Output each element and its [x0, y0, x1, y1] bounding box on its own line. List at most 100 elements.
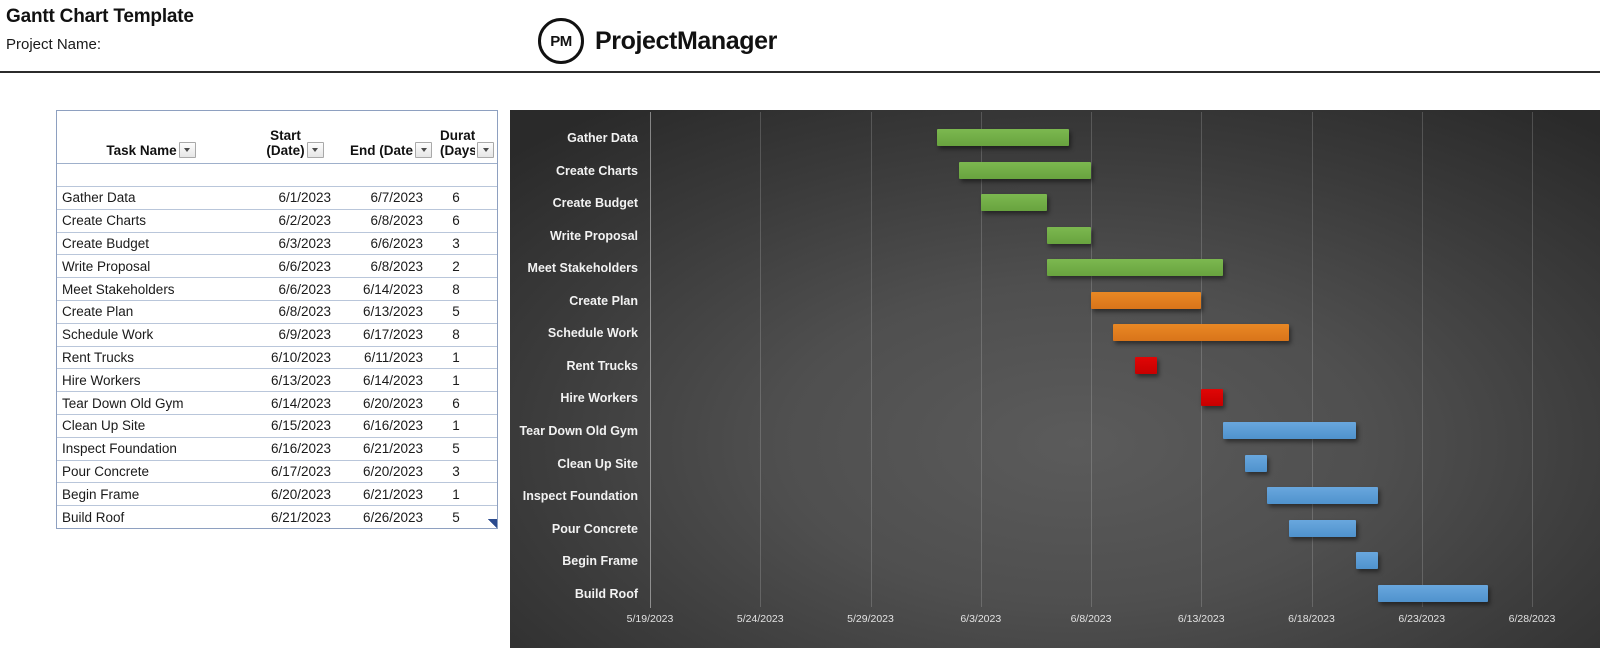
gantt-bar[interactable]: [1289, 520, 1355, 537]
table-row[interactable]: Meet Stakeholders6/6/20236/14/20238: [57, 278, 497, 301]
gantt-bar[interactable]: [1245, 455, 1267, 472]
table-cell-start: 6/2/2023: [245, 209, 345, 232]
x-axis-tick-label: 6/3/2023: [960, 613, 1001, 625]
table-cell-name: Create Charts: [57, 209, 245, 232]
gantt-bar[interactable]: [1047, 227, 1091, 244]
column-header-start-date[interactable]: Start (Date): [245, 111, 345, 164]
table-row[interactable]: Clean Up Site6/15/20236/16/20231: [57, 414, 497, 437]
x-axis-tick-label: 6/18/2023: [1288, 613, 1335, 625]
gantt-category-label: Tear Down Old Gym: [510, 425, 638, 438]
table-cell-start: 6/15/2023: [245, 414, 345, 437]
table-row[interactable]: Create Plan6/8/20236/13/20235: [57, 300, 497, 323]
gantt-bar[interactable]: [1091, 292, 1201, 309]
chart-gridline: [760, 112, 761, 607]
chevron-down-icon: [184, 148, 190, 152]
gantt-category-label: Meet Stakeholders: [510, 262, 638, 275]
x-axis-tick-label: 6/23/2023: [1398, 613, 1445, 625]
table-cell-name: Create Budget: [57, 232, 245, 255]
table-row[interactable]: Hire Workers6/13/20236/14/20231: [57, 369, 497, 392]
table-row[interactable]: Schedule Work6/9/20236/17/20238: [57, 323, 497, 346]
task-table: Task Name Start (Date): [56, 110, 498, 529]
gantt-category-label: Rent Trucks: [510, 360, 638, 373]
table-header-row: Task Name Start (Date): [57, 111, 497, 164]
gantt-category-label: Clean Up Site: [510, 458, 638, 471]
column-header-task-name-line2: Task Name: [106, 143, 176, 158]
x-axis-tick-label: 5/19/2023: [627, 613, 674, 625]
x-axis-tick-label: 6/13/2023: [1178, 613, 1225, 625]
table-cell-name: Inspect Foundation: [57, 437, 245, 460]
column-header-start-date-line1: Start: [266, 128, 304, 144]
brand-logo: PM ProjectManager: [538, 18, 777, 64]
table-resize-handle[interactable]: [488, 519, 497, 528]
column-header-duration[interactable]: Duration (Days): [437, 111, 497, 164]
table-cell-duration: 6: [437, 392, 497, 415]
column-header-task-name[interactable]: Task Name: [57, 111, 245, 164]
table-row[interactable]: Gather Data6/1/20236/7/20236: [57, 187, 497, 210]
table-cell-end: 6/20/2023: [345, 460, 437, 483]
gantt-bar[interactable]: [1267, 487, 1377, 504]
gantt-category-label: Build Roof: [510, 588, 638, 601]
chart-gridline: [1422, 112, 1423, 607]
table-cell-end: 6/21/2023: [345, 437, 437, 460]
table-row[interactable]: Create Budget6/3/20236/6/20233: [57, 232, 497, 255]
filter-button-task-name[interactable]: [179, 142, 196, 158]
gantt-bar[interactable]: [981, 194, 1047, 211]
filter-button-end-date[interactable]: [415, 142, 432, 158]
table-cell-name: Pour Concrete: [57, 460, 245, 483]
table-row[interactable]: Build Roof6/21/20236/26/20235: [57, 506, 497, 528]
gantt-bar[interactable]: [1047, 259, 1223, 276]
table-row[interactable]: Write Proposal6/6/20236/8/20232: [57, 255, 497, 278]
chart-axis-line: [650, 112, 651, 608]
table-cell-name: Create Plan: [57, 300, 245, 323]
gantt-bar[interactable]: [1378, 585, 1488, 602]
chart-gridline: [1201, 112, 1202, 607]
filter-button-start-date[interactable]: [307, 142, 324, 158]
table-cell-duration: 1: [437, 414, 497, 437]
table-cell-start: 6/6/2023: [245, 278, 345, 301]
table-row[interactable]: Create Charts6/2/20236/8/20236: [57, 209, 497, 232]
table-row[interactable]: Tear Down Old Gym6/14/20236/20/20236: [57, 392, 497, 415]
gantt-bar[interactable]: [1223, 422, 1355, 439]
table-cell-start: 6/21/2023: [245, 506, 345, 528]
gantt-bar[interactable]: [959, 162, 1091, 179]
page-header: Gantt Chart Template Project Name: PM Pr…: [0, 0, 1600, 72]
gantt-category-label: Inspect Foundation: [510, 490, 638, 503]
gantt-category-label: Write Proposal: [510, 230, 638, 243]
table-cell: [345, 164, 437, 187]
table-cell-start: 6/16/2023: [245, 437, 345, 460]
projectmanager-monogram-icon: PM: [538, 18, 584, 64]
table-cell-name: Write Proposal: [57, 255, 245, 278]
x-axis-tick-label: 5/24/2023: [737, 613, 784, 625]
table-row[interactable]: Pour Concrete6/17/20236/20/20233: [57, 460, 497, 483]
table-cell-start: 6/10/2023: [245, 346, 345, 369]
gantt-bar[interactable]: [1135, 357, 1157, 374]
table-cell-end: 6/17/2023: [345, 323, 437, 346]
table-cell-end: 6/13/2023: [345, 300, 437, 323]
gantt-bar[interactable]: [1356, 552, 1378, 569]
column-header-end-date[interactable]: End (Date: [345, 111, 437, 164]
gantt-category-label: Begin Frame: [510, 555, 638, 568]
table-row[interactable]: Inspect Foundation6/16/20236/21/20235: [57, 437, 497, 460]
table-cell-start: 6/20/2023: [245, 483, 345, 506]
table-spacer-row: [57, 164, 497, 187]
table-row[interactable]: Rent Trucks6/10/20236/11/20231: [57, 346, 497, 369]
table-cell-duration: 5: [437, 300, 497, 323]
gantt-bar[interactable]: [937, 129, 1069, 146]
table-cell-name: Clean Up Site: [57, 414, 245, 437]
task-table-header: Task Name Start (Date): [57, 111, 497, 164]
column-header-start-date-line2: (Date): [266, 143, 304, 158]
table-cell-duration: 8: [437, 278, 497, 301]
table-cell-duration: 2: [437, 255, 497, 278]
gantt-bar[interactable]: [1201, 389, 1223, 406]
table-row[interactable]: Begin Frame6/20/20236/21/20231: [57, 483, 497, 506]
table-cell-end: 6/6/2023: [345, 232, 437, 255]
chart-gridline: [981, 112, 982, 607]
gantt-category-label: Schedule Work: [510, 327, 638, 340]
column-header-end-date-label: End (Date: [350, 143, 413, 159]
table-cell-name: Begin Frame: [57, 483, 245, 506]
column-header-duration-line1: Duration: [440, 128, 475, 144]
filter-button-duration[interactable]: [477, 142, 494, 158]
x-axis-tick-label: 6/28/2023: [1509, 613, 1556, 625]
gantt-bar[interactable]: [1113, 324, 1289, 341]
page-title: Gantt Chart Template: [6, 6, 194, 28]
